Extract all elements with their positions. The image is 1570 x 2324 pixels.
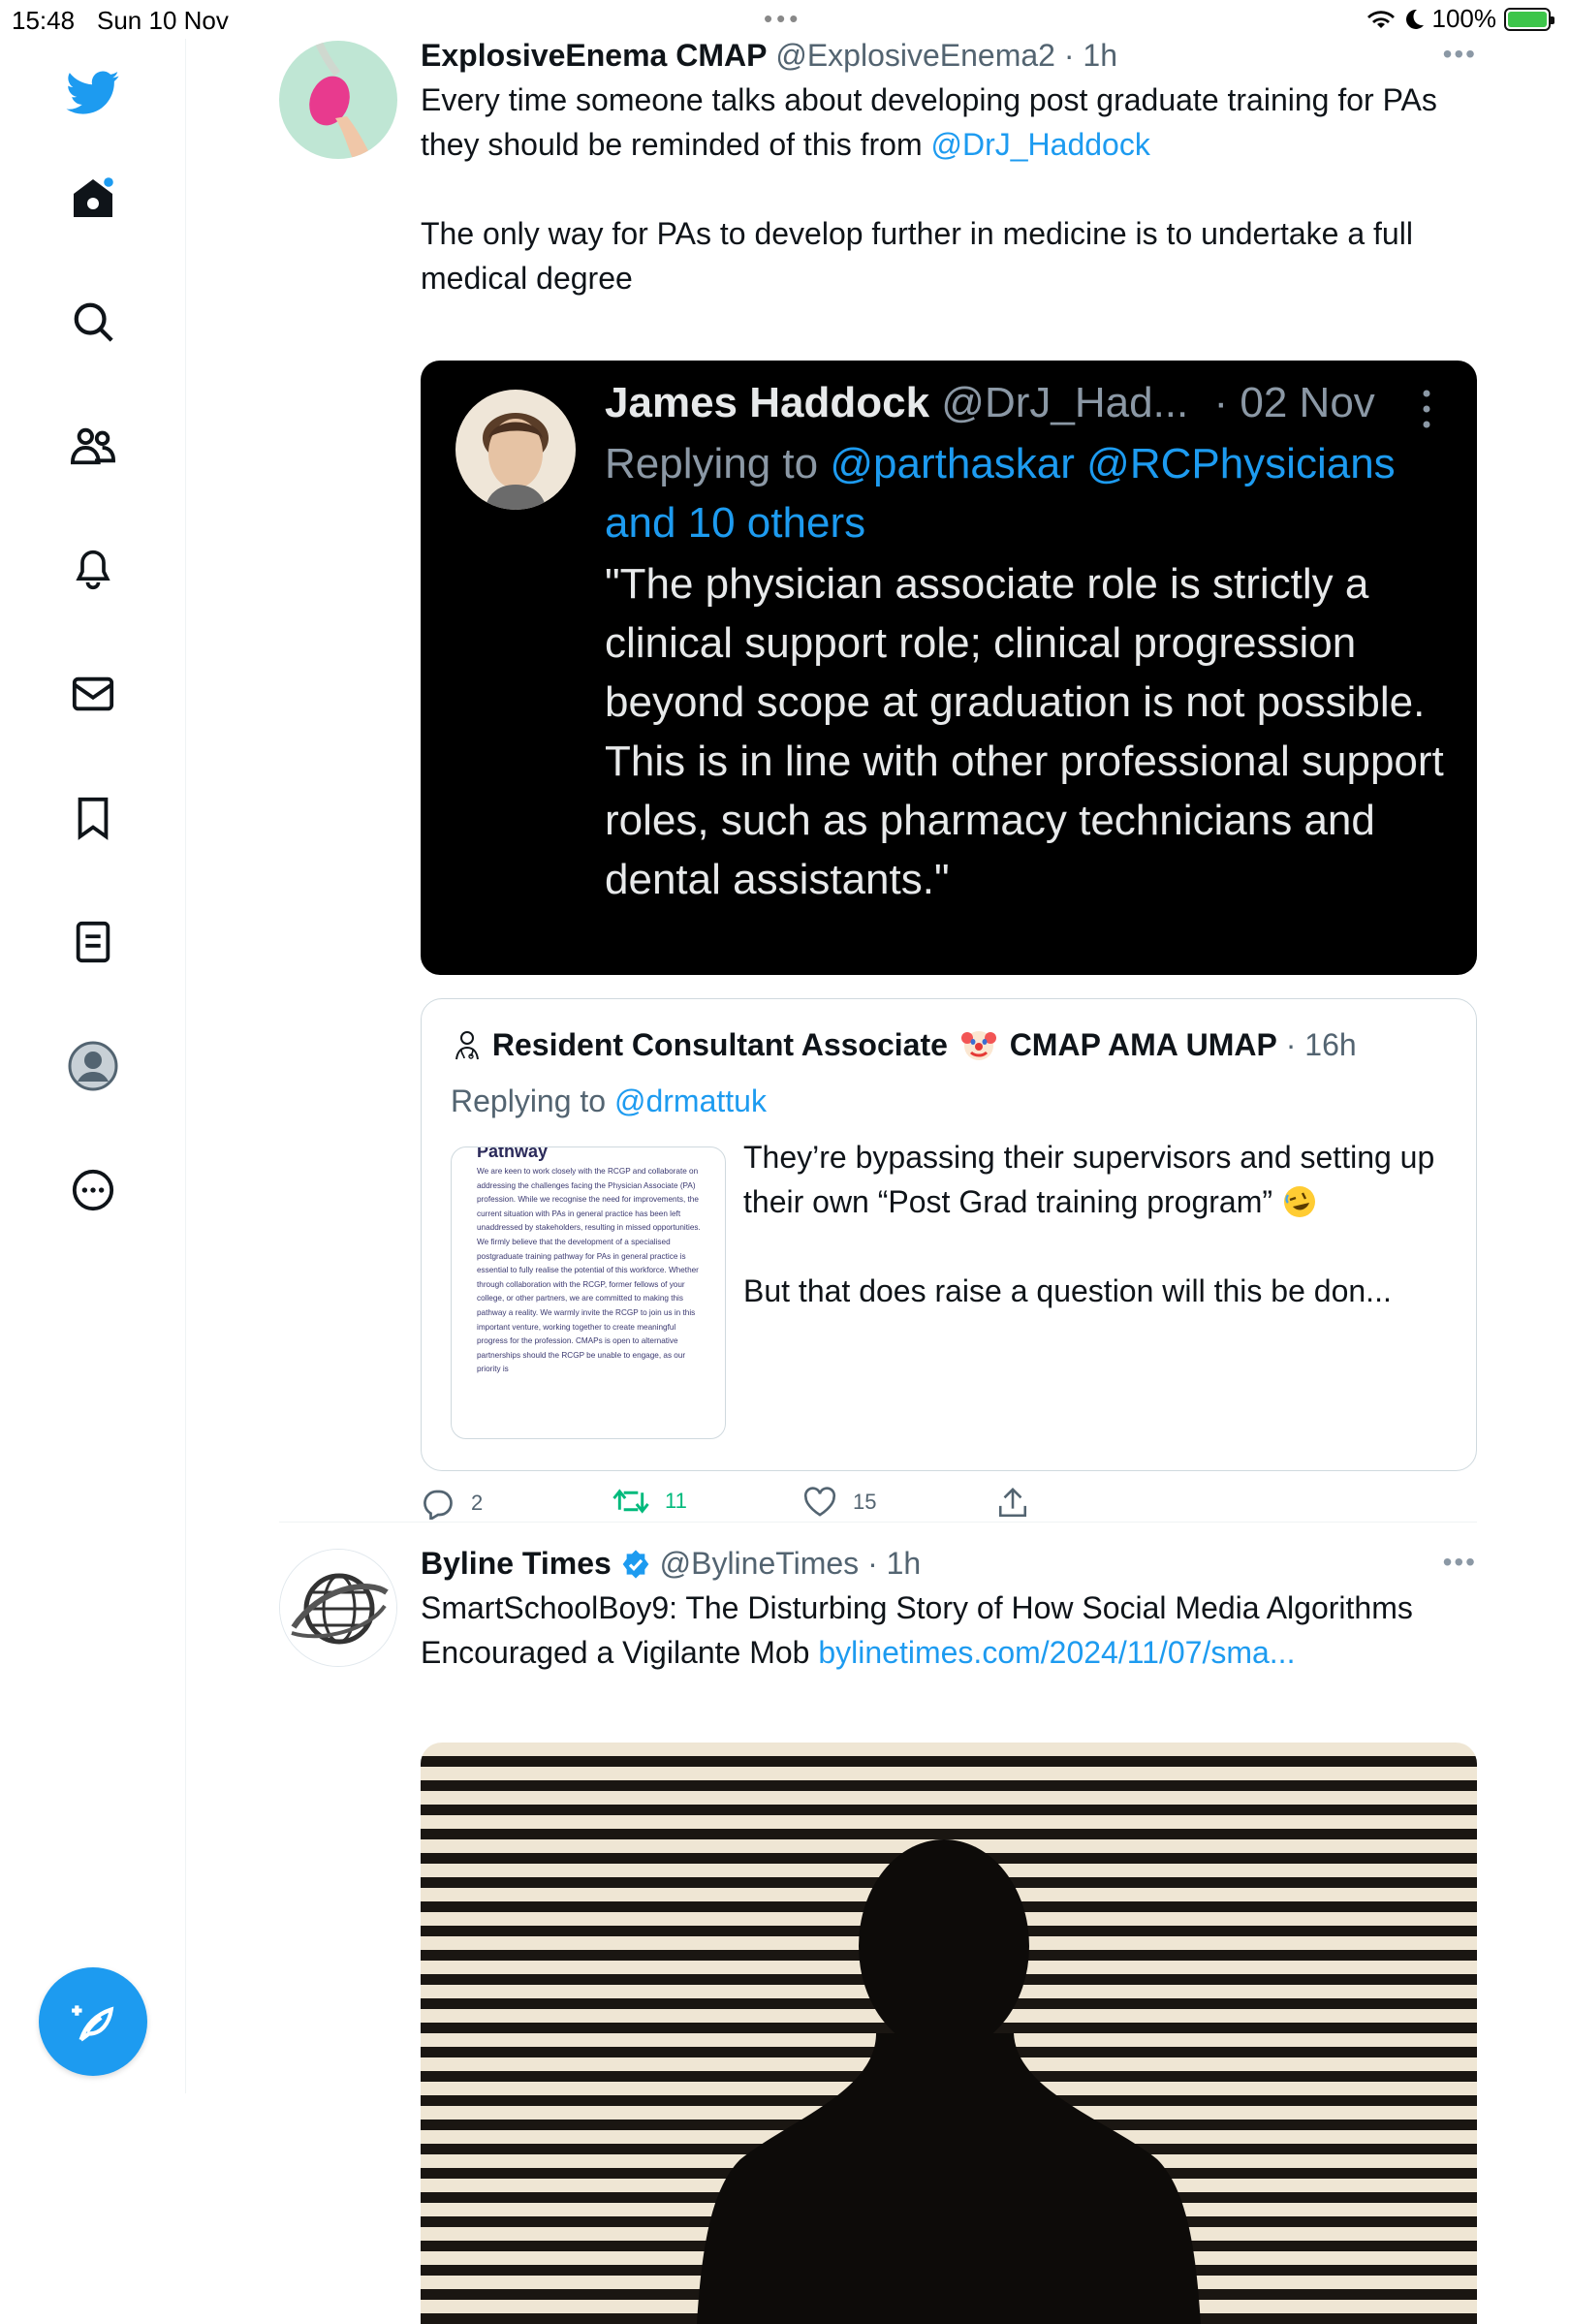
- reply-button[interactable]: 2: [421, 1487, 483, 1520]
- share-button[interactable]: [996, 1487, 1029, 1520]
- profile-avatar-icon[interactable]: [68, 1041, 118, 1091]
- compose-feather-icon: [72, 2005, 114, 2042]
- quoted-author-suffix: CMAP AMA UMAP: [1009, 1027, 1277, 1062]
- like-count: 15: [853, 1490, 877, 1514]
- lists-icon[interactable]: [68, 917, 118, 967]
- like-button[interactable]: 15: [802, 1487, 876, 1518]
- notifications-bell-icon[interactable]: [68, 545, 118, 595]
- embedded-header: James Haddock @DrJ_Had... · 02 Nov: [605, 374, 1375, 432]
- quoted-replying-label: Replying to: [451, 1083, 607, 1118]
- status-time: 15:48: [12, 6, 76, 35]
- tweet[interactable]: ExplosiveEnema CMAP @ExplosiveEnema2 · 1…: [279, 35, 1477, 1547]
- more-options-icon[interactable]: •••: [1443, 1547, 1477, 1578]
- author-name[interactable]: Byline Times: [421, 1546, 612, 1581]
- author-handle[interactable]: @BylineTimes: [660, 1546, 860, 1581]
- article-link[interactable]: bylinetimes.com/2024/11/07/sma...: [818, 1635, 1295, 1670]
- reply-bubble-icon: [424, 1490, 453, 1520]
- quoted-text: They’re bypassing their supervisors and …: [743, 1135, 1451, 1313]
- author-name[interactable]: ExplosiveEnema CMAP: [421, 38, 767, 73]
- quoted-author-name: Resident Consultant Associate: [491, 1027, 948, 1062]
- tweet-text-part1: Every time someone talks about developin…: [421, 82, 1437, 162]
- quoted-text-line2: But that does raise a question will this…: [743, 1273, 1392, 1308]
- embedded-kebab-icon: [1423, 390, 1430, 428]
- quoted-replying-handle[interactable]: @drmattuk: [614, 1083, 767, 1118]
- attached-image[interactable]: James Haddock @DrJ_Had... · 02 Nov Reply…: [421, 361, 1477, 975]
- heart-icon: [803, 1487, 836, 1517]
- tweet[interactable]: Byline Times @BylineTimes · 1h ••• Smart…: [279, 1543, 1477, 2324]
- embedded-quote-text: "The physician associate role is strictl…: [605, 560, 1444, 903]
- status-bar: 15:48 Sun 10 Nov ••• 100%: [0, 0, 1570, 39]
- quoted-replying-to: Replying to @drmattuk: [451, 1081, 767, 1121]
- verified-badge-icon: [622, 1550, 649, 1579]
- doctor-avatar-icon: [455, 1031, 479, 1060]
- embedded-avatar: [455, 390, 576, 510]
- quoted-tweet-card[interactable]: Resident Consultant Associate CMAP AMA U…: [421, 998, 1477, 1471]
- embedded-replying-label: Replying to: [605, 440, 819, 487]
- thumbnail-title: Pathway: [477, 1146, 549, 1161]
- compose-tweet-button[interactable]: [39, 1967, 147, 2076]
- tweet-actions: 2 11 15: [421, 1487, 1099, 1529]
- more-options-icon[interactable]: •••: [1443, 39, 1477, 70]
- tweet-time[interactable]: · 1h: [867, 1546, 921, 1581]
- tweet-text: SmartSchoolBoy9: The Disturbing Story of…: [421, 1586, 1477, 1675]
- avatar[interactable]: [279, 1549, 397, 1667]
- embedded-author-handle: @DrJ_Had...: [941, 379, 1189, 426]
- thumbnail-text: We are keen to work closely with the RCG…: [477, 1167, 701, 1374]
- embedded-author-name: James Haddock: [605, 379, 930, 426]
- retweet-button[interactable]: 11: [612, 1487, 687, 1516]
- retweet-icon: [612, 1489, 649, 1514]
- multitasking-dots-icon[interactable]: •••: [764, 4, 801, 34]
- quoted-image-thumbnail[interactable]: Pathway We are keen to work closely with…: [451, 1146, 726, 1439]
- tweet-body: Byline Times @BylineTimes · 1h ••• Smart…: [421, 1543, 1477, 1675]
- sidebar: [0, 39, 186, 2093]
- author-handle[interactable]: @ExplosiveEnema2: [775, 38, 1055, 73]
- retweet-count: 11: [665, 1489, 687, 1513]
- tweet-divider: [279, 1522, 1477, 1523]
- share-upload-icon: [998, 1488, 1027, 1518]
- quoted-text-line1: They’re bypassing their supervisors and …: [743, 1140, 1435, 1219]
- twitter-bird-icon[interactable]: [64, 64, 122, 122]
- quoted-time: · 16h: [1285, 1027, 1357, 1062]
- article-image[interactable]: [421, 1743, 1477, 2324]
- battery-percent: 100%: [1431, 4, 1497, 33]
- tweet-body: ExplosiveEnema CMAP @ExplosiveEnema2 · 1…: [421, 35, 1477, 300]
- rolling-laughing-emoji-icon: [1283, 1186, 1315, 1217]
- battery-icon: [1504, 7, 1554, 31]
- more-circle-icon[interactable]: [68, 1165, 118, 1215]
- search-icon[interactable]: [68, 297, 118, 347]
- communities-icon[interactable]: [68, 421, 118, 471]
- messages-envelope-icon[interactable]: [68, 669, 118, 719]
- tweet-header: Byline Times @BylineTimes · 1h: [421, 1543, 1477, 1584]
- embedded-replying-to: Replying to @parthaskar @RCPhysicians an…: [605, 434, 1438, 552]
- reply-count: 2: [471, 1491, 484, 1515]
- mention-link[interactable]: @DrJ_Haddock: [931, 127, 1150, 162]
- bookmarks-icon[interactable]: [68, 793, 118, 843]
- tweet-text-part2: The only way for PAs to develop further …: [421, 216, 1413, 296]
- tweet-text: Every time someone talks about developin…: [421, 78, 1477, 300]
- status-right: 100%: [1366, 4, 1554, 34]
- wifi-icon: [1366, 10, 1395, 28]
- quoted-header: Resident Consultant Associate CMAP AMA U…: [451, 1024, 1357, 1065]
- status-date: Sun 10 Nov: [97, 6, 229, 35]
- embedded-time: · 02 Nov: [1213, 379, 1375, 426]
- do-not-disturb-moon-icon: [1405, 9, 1424, 29]
- clown-face-icon: [960, 1031, 996, 1060]
- tweet-header: ExplosiveEnema CMAP @ExplosiveEnema2 · 1…: [421, 35, 1477, 76]
- tweet-time[interactable]: · 1h: [1064, 38, 1117, 73]
- home-icon[interactable]: [68, 173, 118, 223]
- avatar[interactable]: [279, 41, 397, 159]
